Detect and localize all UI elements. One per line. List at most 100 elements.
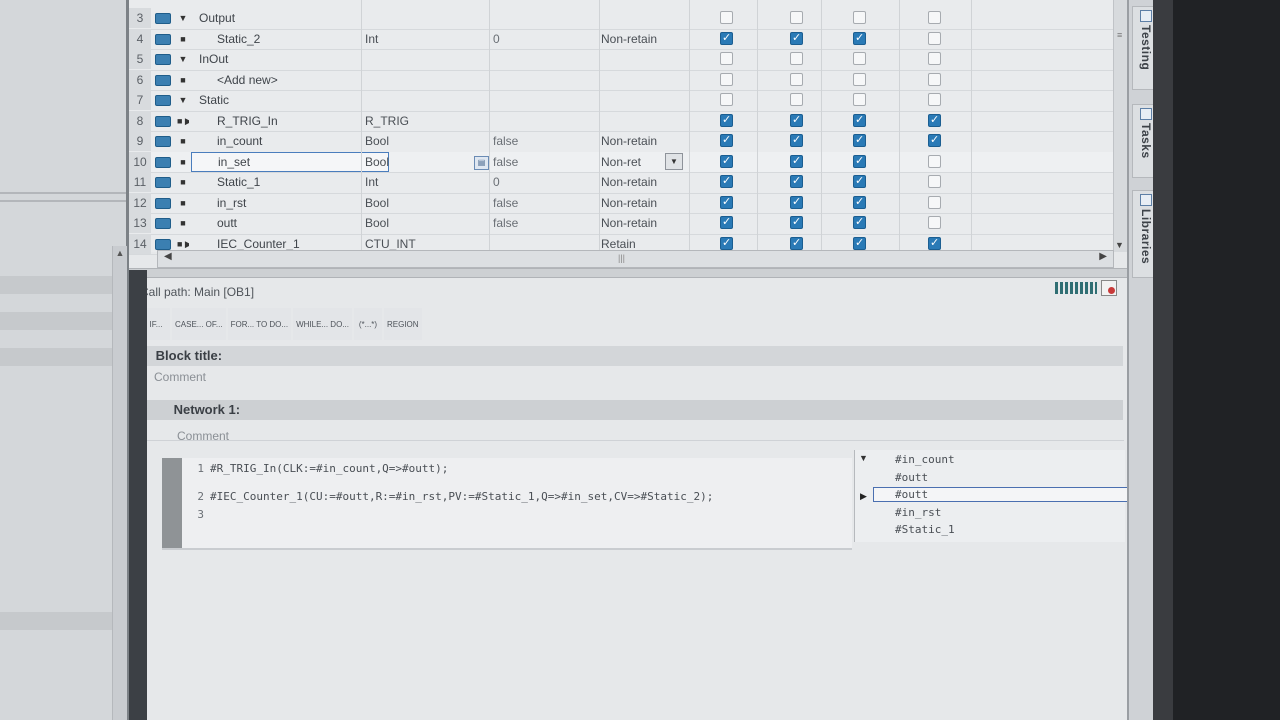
retain-setting[interactable]: Non-retain: [601, 131, 711, 151]
checkbox[interactable]: [853, 113, 866, 127]
row-marker-icon[interactable]: ■ ▶: [177, 111, 189, 131]
checkbox[interactable]: [790, 11, 803, 24]
checkbox[interactable]: [790, 72, 803, 86]
collapse-icon[interactable]: ▼: [859, 453, 868, 463]
checkbox[interactable]: [853, 215, 866, 229]
for-to-do-button[interactable]: FOR... TO DO...: [227, 308, 292, 340]
checkbox[interactable]: [928, 175, 941, 188]
checkbox[interactable]: [928, 11, 941, 24]
row-marker-icon[interactable]: ■: [177, 213, 189, 233]
checkbox[interactable]: [790, 174, 803, 188]
variable-name[interactable]: Static: [191, 90, 369, 110]
checkbox[interactable]: [853, 236, 866, 250]
code-line[interactable]: 1 #R_TRIG_In(CLK:=#in_count,Q=>#outt);: [188, 462, 448, 475]
checkbox[interactable]: [720, 236, 733, 250]
retain-setting[interactable]: Non-retain: [601, 193, 711, 213]
checkbox[interactable]: [928, 133, 941, 147]
block-comment[interactable]: Comment: [154, 370, 206, 384]
default-value[interactable]: [493, 111, 593, 131]
tab-testing[interactable]: Testing: [1132, 6, 1154, 90]
scroll-up-icon[interactable]: ▲: [113, 246, 127, 260]
code-editor-empty-area[interactable]: [147, 552, 1123, 720]
checkbox[interactable]: [853, 174, 866, 188]
retain-setting[interactable]: Non-ret: [601, 152, 711, 172]
checkbox[interactable]: [720, 195, 733, 209]
variable-name[interactable]: Output: [191, 8, 369, 28]
default-value[interactable]: [493, 49, 593, 69]
default-value[interactable]: false: [493, 131, 593, 151]
retain-setting[interactable]: [601, 70, 711, 90]
variable-type[interactable]: R_TRIG: [365, 111, 475, 131]
checkbox[interactable]: [790, 215, 803, 229]
variable-type[interactable]: Bool: [365, 193, 475, 213]
table-row[interactable]: 9 ■ in_count Bool false Non-retain: [129, 131, 1113, 153]
variable-type[interactable]: Bool: [365, 131, 475, 151]
variable-type[interactable]: [365, 49, 475, 69]
variable-name[interactable]: InOut: [191, 49, 369, 69]
retain-setting[interactable]: [601, 8, 711, 28]
checkbox[interactable]: [928, 72, 941, 86]
code-text[interactable]: #R_TRIG_In(CLK:=#in_count,Q=>#outt);: [210, 462, 448, 475]
checkbox[interactable]: [928, 52, 941, 65]
row-marker-icon[interactable]: ■: [177, 193, 189, 213]
while-do-button[interactable]: WHILE... DO...: [293, 308, 352, 340]
code-text[interactable]: #IEC_Counter_1(CU:=#outt,R:=#in_rst,PV:=…: [210, 490, 713, 503]
table-row[interactable]: 10 ■ in_set Bool false Non-ret: [129, 151, 1113, 173]
row-marker-icon[interactable]: ■: [177, 29, 189, 49]
checkbox[interactable]: [928, 216, 941, 229]
checkbox[interactable]: [790, 93, 803, 106]
variable-name[interactable]: in_rst: [191, 193, 387, 213]
retain-setting[interactable]: Non-retain: [601, 213, 711, 233]
region-button[interactable]: REGION: [383, 308, 422, 340]
row-marker-icon[interactable]: ■: [177, 70, 189, 90]
retain-dropdown-icon[interactable]: ▼: [665, 153, 683, 170]
checkbox[interactable]: [853, 72, 866, 86]
checkbox[interactable]: [790, 31, 803, 45]
checkbox[interactable]: [720, 72, 733, 86]
variable-name[interactable]: <Add new>: [191, 70, 387, 90]
table-row[interactable]: 13 ■ outt Bool false Non-retain: [129, 213, 1113, 235]
tree-row[interactable]: [0, 276, 112, 294]
table-row[interactable]: 4 ■ Static_2 Int 0 Non-retain: [129, 28, 1113, 50]
case-of-button[interactable]: CASE... OF...: [172, 308, 226, 340]
autocomplete-item[interactable]: #in_rst: [895, 506, 941, 519]
variable-type[interactable]: [365, 90, 475, 110]
scroll-grip-icon[interactable]: |||: [618, 253, 625, 263]
checkbox[interactable]: [853, 31, 866, 45]
comment-block-button[interactable]: (*...*): [353, 308, 382, 340]
retain-setting[interactable]: [601, 111, 711, 131]
default-value[interactable]: [493, 70, 593, 90]
checkbox[interactable]: [853, 52, 866, 65]
checkbox[interactable]: [720, 154, 733, 168]
collapse-icon[interactable]: ▼: [177, 49, 189, 69]
checkbox[interactable]: [853, 93, 866, 106]
collapse-icon[interactable]: ▼: [177, 8, 189, 28]
checkbox[interactable]: [853, 11, 866, 24]
checkbox[interactable]: [790, 195, 803, 209]
checkbox[interactable]: [928, 31, 941, 45]
table-vertical-scrollbar[interactable]: ≡ ▼: [1113, 0, 1128, 252]
checkbox[interactable]: [853, 195, 866, 209]
default-value[interactable]: [493, 8, 593, 28]
variable-name[interactable]: outt: [191, 213, 387, 233]
checkbox[interactable]: [928, 93, 941, 106]
checkbox[interactable]: [928, 236, 941, 250]
autocomplete-item[interactable]: #Static_1: [895, 523, 955, 536]
tree-row[interactable]: [0, 612, 112, 630]
variable-type[interactable]: Int: [365, 29, 475, 49]
row-marker-icon[interactable]: ■: [177, 152, 189, 172]
retain-setting[interactable]: [601, 90, 711, 110]
default-value[interactable]: false: [493, 213, 593, 233]
table-horizontal-scrollbar[interactable]: ◀ ||| ▶: [157, 250, 1114, 268]
retain-setting[interactable]: [601, 49, 711, 69]
default-value[interactable]: 0: [493, 172, 593, 192]
code-line[interactable]: 3: [188, 508, 210, 521]
pane-splitter[interactable]: [129, 268, 1127, 278]
autocomplete-list[interactable]: ▼ ▶ #in_count #outt #outt #in_rst #Static_1: [854, 450, 1145, 542]
variable-type[interactable]: [365, 8, 475, 28]
block-title-bar[interactable]: ▼ Block title:: [133, 346, 1123, 366]
retain-setting[interactable]: Non-retain: [601, 172, 711, 192]
checkbox[interactable]: [853, 133, 866, 147]
code-line[interactable]: 2 #IEC_Counter_1(CU:=#outt,R:=#in_rst,PV:…: [188, 490, 713, 503]
collapse-icon[interactable]: ▼: [177, 90, 189, 110]
